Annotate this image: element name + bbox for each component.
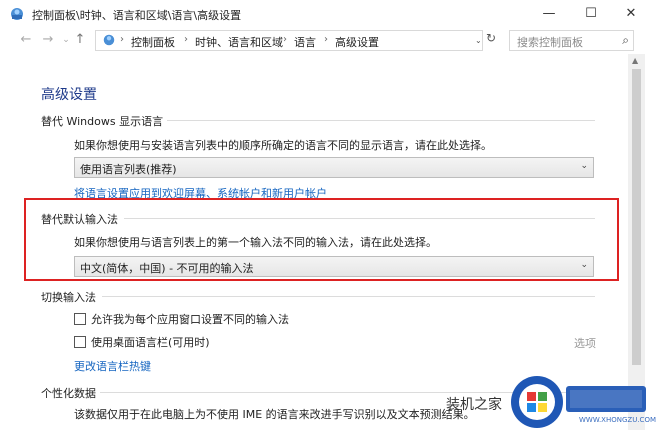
minimize-button[interactable]: — <box>526 0 572 28</box>
default-input-heading: 替代默认输入法 <box>41 213 118 226</box>
search-input[interactable]: 搜索控制面板 ⌕ <box>509 30 634 51</box>
per-app-input-checkbox[interactable] <box>74 313 86 325</box>
desktop-language-bar-label[interactable]: 使用桌面语言栏(可用时) <box>91 334 210 350</box>
breadcrumb-separator: › <box>324 34 328 45</box>
chevron-down-icon: ⌄ <box>580 161 588 171</box>
breadcrumb-item[interactable]: 时钟、语言和区域 <box>195 34 283 50</box>
breadcrumb-separator: › <box>184 34 188 45</box>
scroll-up-icon[interactable]: ▲ <box>632 56 638 65</box>
breadcrumb-item[interactable]: 高级设置 <box>335 34 379 50</box>
close-button[interactable]: ✕ <box>608 0 654 28</box>
breadcrumb-separator: › <box>120 34 124 45</box>
language-bar-options-link[interactable]: 选项 <box>574 335 596 351</box>
search-placeholder: 搜索控制面板 <box>517 36 583 49</box>
search-icon[interactable]: ⌕ <box>622 33 629 48</box>
window-title: 控制面板\时钟、语言和区域\语言\高级设置 <box>32 9 242 22</box>
address-dropdown-icon[interactable]: ⌄ <box>475 36 482 45</box>
default-input-dropdown[interactable]: 中文(简体，中国) - 不可用的输入法 ⌄ <box>74 256 594 277</box>
per-app-input-label[interactable]: 允许我为每个应用窗口设置不同的输入法 <box>91 311 289 327</box>
watermark-text: 装机之家 <box>446 397 502 413</box>
default-input-description: 如果你想使用与语言列表上的第一个输入法不同的输入法，请在此处选择。 <box>74 236 437 249</box>
change-hotkey-link[interactable]: 更改语言栏热键 <box>74 358 151 374</box>
refresh-icon[interactable]: ↻ <box>484 31 498 45</box>
display-language-heading: 替代 Windows 显示语言 <box>41 115 164 128</box>
title-bar: 控制面板\时钟、语言和区域\语言\高级设置 — ☐ ✕ <box>0 0 661 28</box>
forward-arrow-icon[interactable]: → <box>40 32 56 47</box>
desktop-language-bar-checkbox[interactable] <box>74 336 86 348</box>
dropdown-value: 中文(简体，中国) - 不可用的输入法 <box>80 262 254 275</box>
breadcrumb-item[interactable]: 语言 <box>294 34 316 50</box>
section-divider <box>102 296 595 297</box>
control-panel-icon <box>11 8 23 20</box>
up-arrow-icon[interactable]: ↑ <box>72 32 88 47</box>
display-language-dropdown[interactable]: 使用语言列表(推荐) ⌄ <box>74 157 594 178</box>
section-divider <box>124 218 595 219</box>
breadcrumb-separator: › <box>283 34 287 45</box>
personalization-description: 该数据仅用于在此电脑上为不使用 IME 的语言来改进手写识别以及文本预测结果。 <box>74 408 475 421</box>
page-title: 高级设置 <box>41 87 97 103</box>
switch-input-heading: 切换输入法 <box>41 291 96 304</box>
dropdown-value: 使用语言列表(推荐) <box>80 163 177 176</box>
back-arrow-icon[interactable]: ← <box>18 32 34 47</box>
chevron-down-icon: ⌄ <box>580 260 588 270</box>
address-bar[interactable]: › 控制面板 › 时钟、语言和区域 › 语言 › 高级设置 <box>95 30 483 51</box>
personalization-heading: 个性化数据 <box>41 387 96 400</box>
scrollbar-thumb[interactable] <box>632 69 641 365</box>
breadcrumb-item[interactable]: 控制面板 <box>131 34 175 50</box>
watermark-url: WWW.XHONGZU.COM <box>579 416 656 424</box>
section-divider <box>167 120 595 121</box>
control-panel-icon <box>103 34 115 46</box>
display-language-description: 如果你想使用与安装语言列表中的顺序所确定的语言不同的显示语言，请在此处选择。 <box>74 139 492 152</box>
